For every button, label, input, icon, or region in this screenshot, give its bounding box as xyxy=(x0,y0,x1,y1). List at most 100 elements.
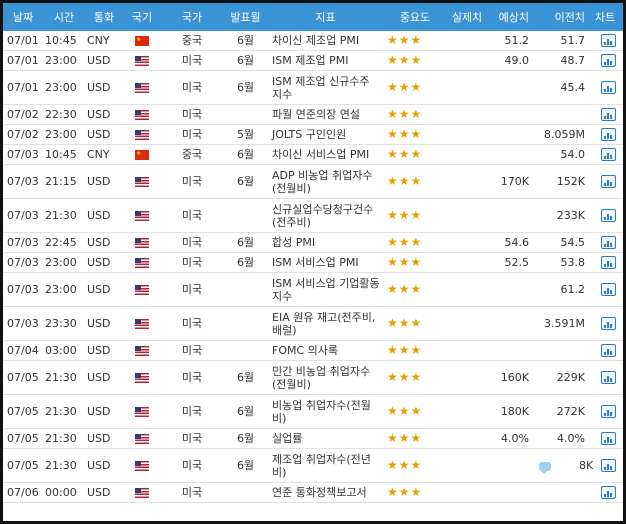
release-month-cell xyxy=(223,104,268,125)
table-row[interactable]: 07/02 23:00 USD 미국 5월 JOLTS 구인인원 ★★★ 8.059M xyxy=(3,124,623,145)
chart-icon[interactable] xyxy=(600,432,616,446)
header-actual[interactable]: 실제치 xyxy=(447,3,487,31)
chat-bubble-icon[interactable] xyxy=(539,461,551,474)
importance-stars-icon: ★★★ xyxy=(387,127,423,141)
chart-icon[interactable] xyxy=(600,108,616,122)
date-cell: 07/03 xyxy=(3,306,43,341)
header-indicator[interactable]: 지표 xyxy=(268,3,383,31)
indicator-cell[interactable]: ISM 서비스업 기업활동지수 xyxy=(268,272,383,307)
forecast-cell: 52.5 xyxy=(487,252,537,273)
flag-cell xyxy=(123,124,161,145)
indicator-cell[interactable]: ISM 제조업 신규수주 지수 xyxy=(268,70,383,105)
table-row[interactable]: 07/04 03:00 USD 미국 FOMC 의사록 ★★★ xyxy=(3,340,623,361)
header-time[interactable]: 시간 xyxy=(43,3,85,31)
header-release-month[interactable]: 발표월 xyxy=(223,3,268,31)
table-row[interactable]: 07/06 00:00 USD 미국 연준 통화정책보고서 ★★★ xyxy=(3,482,623,503)
table-row[interactable]: 07/05 21:30 USD 미국 6월 실업률 ★★★ 4.0% 4.0% xyxy=(3,428,623,449)
forecast-cell xyxy=(487,482,537,503)
table-row[interactable]: 07/03 23:30 USD 미국 EIA 원유 재고(전주비, 배럴) ★★★ 3.59… xyxy=(3,306,623,341)
indicator-cell[interactable]: ISM 서비스업 PMI xyxy=(268,252,383,273)
chart-icon[interactable] xyxy=(600,175,616,189)
table-row[interactable]: 07/03 23:00 USD 미국 6월 ISM 서비스업 PMI ★★★ 52.5 53.8 xyxy=(3,252,623,273)
header-currency[interactable]: 통화 xyxy=(85,3,123,31)
release-month-cell xyxy=(223,482,268,503)
actual-cell xyxy=(447,164,487,199)
chart-icon[interactable] xyxy=(600,283,616,297)
chart-icon[interactable] xyxy=(600,371,616,385)
flag-cell xyxy=(123,252,161,273)
table-row[interactable]: 07/0110:45CNY 중국6월차이신 제조업 PMI ★★★ 51.2 51.7 xyxy=(3,31,623,51)
indicator-cell[interactable]: 민간 비농업 취업자수 (전월비) xyxy=(268,360,383,395)
chart-icon[interactable] xyxy=(600,148,616,162)
chart-cell xyxy=(593,50,623,71)
table-row[interactable]: 07/0310:45CNY 중국6월차이신 서비스업 PMI ★★★ 54.0 xyxy=(3,144,623,165)
header-country[interactable]: 국가 xyxy=(161,3,223,31)
table-row[interactable]: 07/02 22:30 USD 미국 파월 연준의장 연설 ★★★ xyxy=(3,104,623,125)
currency-cell: USD xyxy=(85,164,123,199)
indicator-cell[interactable]: 연준 통화정책보고서 xyxy=(268,482,383,503)
indicator-cell[interactable]: 비농업 취업자수(전월비) xyxy=(268,394,383,429)
importance-cell: ★★★ xyxy=(383,428,447,449)
header-chart[interactable]: 차트 xyxy=(593,3,623,31)
header-previous[interactable]: 이전치 xyxy=(537,3,593,31)
importance-stars-icon: ★★★ xyxy=(387,174,423,188)
actual-cell xyxy=(447,70,487,105)
chart-icon[interactable] xyxy=(600,54,616,68)
chart-icon[interactable] xyxy=(600,34,616,48)
table-row[interactable]: 07/05 21:30 USD 미국 6월 비농업 취업자수(전월비) ★★★ 180K 272… xyxy=(3,394,623,429)
indicator-cell[interactable]: 파월 연준의장 연설 xyxy=(268,104,383,125)
chart-icon[interactable] xyxy=(600,209,616,223)
chart-icon[interactable] xyxy=(600,405,616,419)
table-row[interactable]: 07/03 21:30 USD 미국 신규실업수당청구건수 (전주비) ★★★ 233K xyxy=(3,198,623,233)
table-row[interactable]: 07/01 23:00 USD 미국 6월 ISM 제조업 신규수주 지수 ★★★ 45.4 xyxy=(3,70,623,105)
indicator-cell[interactable]: 실업률 xyxy=(268,428,383,449)
indicator-cell[interactable]: FOMC 의사록 xyxy=(268,340,383,361)
chart-icon[interactable] xyxy=(600,128,616,142)
previous-cell xyxy=(537,482,593,503)
chart-icon[interactable] xyxy=(600,344,616,358)
previous-cell: 8K xyxy=(537,448,593,483)
forecast-cell: 4.0% xyxy=(487,428,537,449)
importance-cell: ★★★ xyxy=(383,232,447,253)
indicator-cell[interactable]: 합성 PMI xyxy=(268,232,383,253)
chart-icon[interactable] xyxy=(600,256,616,270)
time-cell: 21:30 xyxy=(43,428,85,449)
indicator-cell[interactable]: ISM 제조업 PMI xyxy=(268,50,383,71)
header-date[interactable]: 날짜 xyxy=(3,3,43,31)
indicator-cell[interactable]: ADP 비농업 취업자수 (전월비) xyxy=(268,164,383,199)
chart-icon[interactable] xyxy=(600,459,616,473)
indicator-cell[interactable]: 제조업 취업자수(전년비) xyxy=(268,448,383,483)
importance-stars-icon: ★★★ xyxy=(387,235,423,249)
indicator-cell[interactable]: 차이신 서비스업 PMI xyxy=(268,144,383,165)
date-cell: 07/01 xyxy=(3,31,43,51)
importance-cell: ★★★ xyxy=(383,448,447,483)
importance-stars-icon: ★★★ xyxy=(387,316,423,330)
header-importance[interactable]: 중요도 xyxy=(383,3,447,31)
table-row[interactable]: 07/05 21:30 USD 미국 6월 제조업 취업자수(전년비) ★★★ 8K xyxy=(3,448,623,483)
table-row[interactable]: 07/03 23:00 USD 미국 ISM 서비스업 기업활동지수 ★★★ 61.2 xyxy=(3,272,623,307)
header-flag[interactable]: 국기 xyxy=(123,3,161,31)
table-row[interactable]: 07/03 22:45 USD 미국 6월 합성 PMI ★★★ 54.6 54.5 xyxy=(3,232,623,253)
indicator-cell[interactable]: 신규실업수당청구건수 (전주비) xyxy=(268,198,383,233)
economic-calendar-frame: 날짜 시간 통화 국기 국가 발표월 지표 중요도 실제치 예상치 이전치 차트… xyxy=(0,0,626,524)
actual-cell xyxy=(447,198,487,233)
indicator-cell[interactable]: JOLTS 구인인원 xyxy=(268,124,383,145)
chart-icon[interactable] xyxy=(600,81,616,95)
header-forecast[interactable]: 예상치 xyxy=(487,3,537,31)
date-cell: 07/04 xyxy=(3,340,43,361)
indicator-cell[interactable]: 차이신 제조업 PMI xyxy=(268,31,383,51)
chart-icon[interactable] xyxy=(600,236,616,250)
date-cell: 07/05 xyxy=(3,428,43,449)
table-row[interactable]: 07/03 21:15 USD 미국 6월 ADP 비농업 취업자수 (전월비) ★★★ 17… xyxy=(3,164,623,199)
chart-icon[interactable] xyxy=(600,317,616,331)
chart-cell xyxy=(593,104,623,125)
importance-cell: ★★★ xyxy=(383,340,447,361)
table-row[interactable]: 07/05 21:30 USD 미국 6월 민간 비농업 취업자수 (전월비) ★★★ 160… xyxy=(3,360,623,395)
previous-value: 229K xyxy=(556,371,585,384)
forecast-cell xyxy=(487,198,537,233)
indicator-cell[interactable]: EIA 원유 재고(전주비, 배럴) xyxy=(268,306,383,341)
table-row[interactable]: 07/01 23:00 USD 미국 6월 ISM 제조업 PMI ★★★ 49.0 48.7 xyxy=(3,50,623,71)
chart-icon[interactable] xyxy=(600,486,616,500)
country-cell: 미국 xyxy=(161,50,223,71)
flag-cell xyxy=(123,448,161,483)
